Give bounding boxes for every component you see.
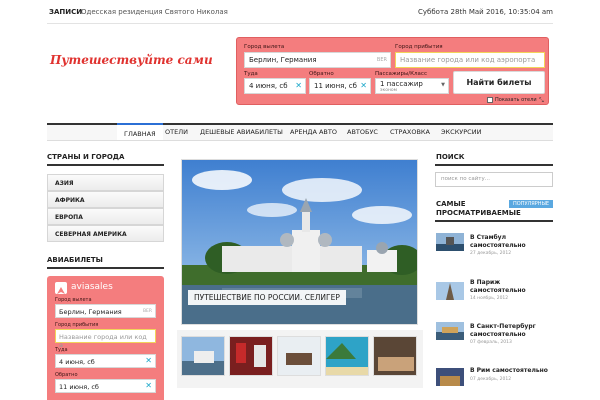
show-hotels-label: Показать отели bbox=[495, 97, 537, 103]
post-thumbnail[interactable] bbox=[436, 368, 464, 386]
depart-label: Туда bbox=[244, 71, 258, 77]
post-date: 07 февраль, 2013 bbox=[470, 340, 512, 345]
from-label: Город вылета bbox=[244, 44, 285, 50]
passengers-select[interactable]: 1 пассажир эконом ▼ bbox=[375, 78, 449, 94]
depart-value: 4 июня, сб bbox=[249, 82, 288, 90]
nav-bus[interactable]: АВТОБУС bbox=[347, 128, 378, 136]
post-thumbnail[interactable] bbox=[436, 282, 464, 300]
aviasales-widget: aviasales Город вылета Берлин, Германия … bbox=[47, 276, 164, 400]
avia-depart-label: Туда bbox=[55, 347, 68, 353]
avia-to-label: Город прибытия bbox=[55, 322, 99, 328]
return-input[interactable]: 11 июня, сб ✕ bbox=[309, 78, 371, 94]
nav-home[interactable]: ГЛАВНАЯ bbox=[117, 123, 163, 140]
post-thumbnail[interactable] bbox=[436, 322, 464, 340]
section-divider bbox=[435, 164, 553, 166]
thumbnail-reindeer[interactable] bbox=[277, 336, 321, 376]
avia-return-value: 11 июня, сб bbox=[59, 383, 99, 391]
show-hotels-checkbox[interactable] bbox=[487, 97, 493, 103]
tab-popular[interactable]: ПОПУЛЯРНЫЕ bbox=[509, 200, 554, 208]
post-thumbnail[interactable] bbox=[436, 233, 464, 251]
from-iata: BER bbox=[376, 57, 387, 63]
countries-title: СТРАНЫ И ГОРОДА bbox=[47, 153, 125, 161]
avia-title: АВИАБИЛЕТЫ bbox=[47, 256, 103, 264]
records-label[interactable]: ЗАПИСИ bbox=[49, 8, 82, 16]
nav-car-rental[interactable]: АРЕНДА АВТО bbox=[290, 128, 337, 136]
from-input[interactable]: Берлин, Германия BER bbox=[244, 52, 391, 68]
to-label: Город прибытия bbox=[395, 44, 443, 50]
to-input[interactable]: Название города или код аэропорта bbox=[395, 52, 545, 68]
return-label: Обратно bbox=[309, 71, 334, 77]
post-date: 27 декабрь, 2012 bbox=[470, 251, 512, 256]
avia-to-input[interactable]: Название города или код а bbox=[55, 329, 156, 349]
category-north-america[interactable]: СЕВЕРНАЯ АМЕРИКА bbox=[47, 225, 164, 242]
avia-from-value: Берлин, Германия bbox=[59, 308, 122, 316]
thumbnail-christmas[interactable] bbox=[229, 336, 273, 376]
site-logo[interactable]: Путешествуйте сами bbox=[50, 53, 213, 67]
category-africa[interactable]: АФРИКА bbox=[47, 191, 164, 208]
chevron-down-icon: ▼ bbox=[441, 82, 445, 88]
avia-return-label: Обратно bbox=[55, 372, 78, 378]
avia-to-placeholder: Название города или код а bbox=[59, 333, 147, 349]
resize-icon: ⤡ bbox=[539, 97, 544, 104]
avia-from-input[interactable]: Берлин, Германия BER bbox=[55, 304, 156, 318]
avia-from-label: Город вылета bbox=[55, 297, 92, 303]
clear-return-icon[interactable]: ✕ bbox=[360, 81, 367, 90]
avia-depart-value: 4 июня, сб bbox=[59, 358, 95, 366]
top-bar: ЗАПИСИ Одесская резиденция Святого Никол… bbox=[47, 0, 553, 24]
depart-input[interactable]: 4 июня, сб ✕ bbox=[244, 78, 306, 94]
clear-avia-depart-icon[interactable]: ✕ bbox=[145, 356, 152, 365]
aviasales-brand: aviasales bbox=[71, 282, 113, 292]
search-title: ПОИСК bbox=[436, 153, 465, 161]
to-placeholder: Название города или код аэропорта bbox=[400, 56, 536, 64]
return-value: 11 июня, сб bbox=[314, 82, 357, 90]
post-date: 07 декабрь, 2012 bbox=[470, 377, 512, 382]
nav-excursions[interactable]: ЭКСКУРСИИ bbox=[441, 128, 481, 136]
post-title[interactable]: В Санкт-Петербург самостоятельно bbox=[470, 323, 554, 339]
section-divider bbox=[47, 267, 164, 269]
post-date: 14 ноябрь, 2012 bbox=[470, 296, 509, 301]
pax-class: эконом bbox=[380, 88, 398, 93]
post-title[interactable]: В Париж самостоятельно bbox=[470, 279, 550, 295]
current-datetime: Суббота 28th Май 2016, 10:35:04 am bbox=[418, 8, 553, 16]
avia-depart-input[interactable]: 4 июня, сб ✕ bbox=[55, 354, 156, 368]
category-europe[interactable]: ЕВРОПА bbox=[47, 208, 164, 225]
post-title[interactable]: В Стамбул самостоятельно bbox=[470, 234, 550, 250]
pax-label: Пассажиры/Класс bbox=[375, 71, 427, 77]
category-asia[interactable]: АЗИЯ bbox=[47, 174, 164, 191]
pax-value: 1 пассажир bbox=[380, 80, 423, 88]
thumbnail-seliger[interactable] bbox=[181, 336, 225, 376]
main-navigation: ГЛАВНАЯ ОТЕЛИ ДЕШЕВЫЕ АВИАБИЛЕТЫ АРЕНДА … bbox=[47, 123, 553, 141]
find-tickets-button[interactable]: Найти билеты bbox=[453, 71, 545, 94]
thumbnail-beach[interactable] bbox=[325, 336, 369, 376]
aviasales-logo-icon bbox=[55, 282, 67, 294]
post-title[interactable]: В Рим самостоятельно bbox=[470, 367, 554, 375]
clear-avia-return-icon[interactable]: ✕ bbox=[145, 381, 152, 390]
clear-depart-icon[interactable]: ✕ bbox=[295, 81, 302, 90]
nav-cheap-flights[interactable]: ДЕШЕВЫЕ АВИАБИЛЕТЫ bbox=[200, 128, 283, 136]
section-divider bbox=[435, 220, 553, 222]
flight-search-widget: Город вылета Берлин, Германия BER Город … bbox=[236, 37, 549, 105]
popular-title: САМЫЕ ПРОСМАТРИВАЕМЫЕ bbox=[436, 200, 521, 217]
avia-from-iata: BER bbox=[142, 309, 152, 314]
nav-hotels[interactable]: ОТЕЛИ bbox=[165, 128, 188, 136]
news-ticker[interactable]: Одесская резиденция Святого Николая bbox=[81, 8, 228, 16]
site-search-input[interactable]: поиск по сайту... bbox=[435, 172, 553, 187]
section-divider bbox=[47, 164, 164, 166]
nav-insurance[interactable]: СТРАХОВКА bbox=[390, 128, 430, 136]
hero-caption[interactable]: ПУТЕШЕСТВИЕ ПО РОССИИ. СЕЛИГЕР bbox=[188, 290, 346, 305]
thumbnail-cafe[interactable] bbox=[373, 336, 417, 376]
from-value: Берлин, Германия bbox=[249, 56, 317, 64]
avia-return-input[interactable]: 11 июня, сб ✕ bbox=[55, 379, 156, 393]
